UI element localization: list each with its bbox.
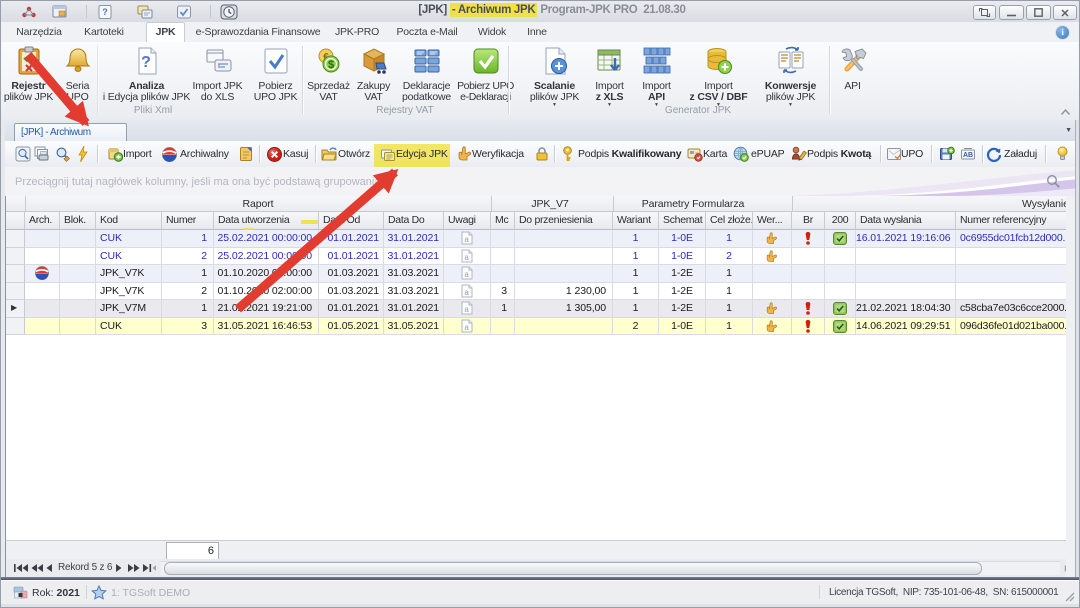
svg-text:a: a [464, 305, 469, 314]
svg-text:a: a [464, 270, 469, 279]
svg-text:a: a [464, 288, 469, 297]
svg-text:?: ? [141, 54, 151, 71]
svg-text:a: a [464, 235, 469, 244]
svg-text:a: a [464, 323, 469, 332]
svg-text:a: a [464, 253, 469, 262]
svg-text:AB: AB [963, 152, 973, 159]
svg-text:$: $ [327, 59, 333, 71]
